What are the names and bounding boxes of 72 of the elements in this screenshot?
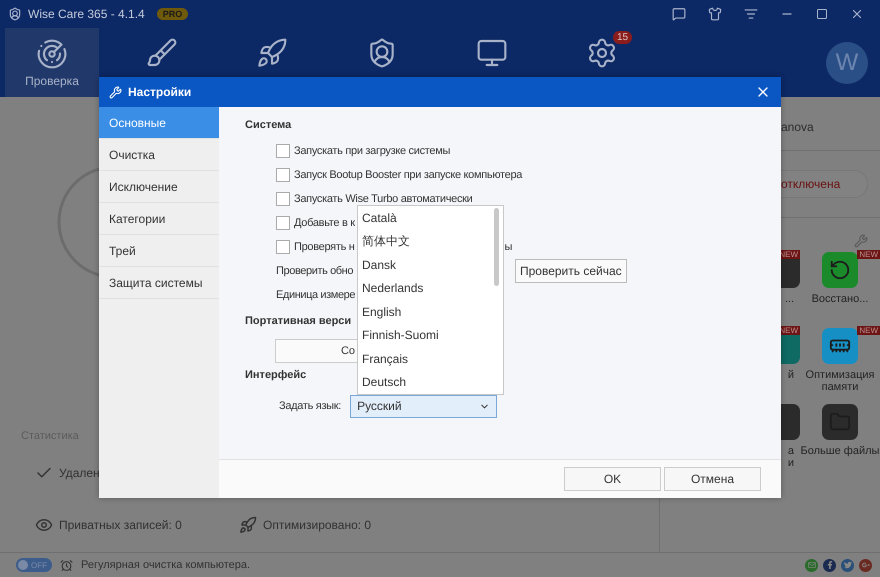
nav-label: Проверка	[25, 74, 79, 88]
checkbox-label: Запуск Bootup Booster при запуске компьютера	[294, 169, 522, 181]
user-name: anova	[780, 119, 815, 136]
tool-label: й	[788, 369, 794, 381]
scrollbar-thumb[interactable]	[494, 208, 499, 286]
count-badge: 15	[613, 31, 632, 44]
maximize-icon[interactable]	[816, 8, 828, 20]
tool-label: Больше файлы	[800, 445, 880, 457]
section-title: Портативная верси	[245, 315, 352, 329]
checkbox[interactable]	[276, 216, 290, 230]
language-label: Задать язык:	[279, 400, 342, 412]
message-icon[interactable]	[672, 7, 686, 21]
settings-icon	[586, 36, 618, 68]
checkbox[interactable]	[276, 240, 290, 254]
google-plus-icon[interactable]	[859, 558, 872, 572]
tool-label: Оптимизация памяти	[804, 369, 876, 393]
language-option[interactable]: Català	[358, 206, 503, 230]
language-option[interactable]: English	[358, 300, 503, 324]
sidebar-item[interactable]: Защита системы	[99, 267, 219, 299]
tool-label: Восстано...	[812, 293, 868, 305]
language-option[interactable]: Finnish-Suomi	[358, 324, 503, 347]
new-tag: NEW	[857, 326, 880, 335]
checkbox-label: Добавьте в к	[294, 217, 355, 229]
portable-button[interactable]: Со	[275, 339, 357, 363]
checkbox-label: Проверять н	[294, 241, 355, 253]
app-title: Wise Care 365 - 4.1.4	[28, 7, 145, 21]
alarm-icon	[60, 558, 73, 572]
sidebar-item[interactable]: Трей	[99, 235, 219, 267]
menu-icon[interactable]	[744, 7, 758, 21]
section-title: Интерфейс	[245, 369, 306, 383]
language-option[interactable]: Deutsch	[358, 370, 503, 394]
language-option[interactable]: Français	[358, 347, 503, 370]
broom-icon	[146, 36, 178, 68]
rocket-icon	[239, 516, 257, 534]
dialog-title: Настройки	[128, 85, 192, 99]
checkbox[interactable]	[276, 144, 290, 158]
eye-icon	[35, 516, 53, 534]
update-label: Проверить обно	[276, 265, 354, 277]
check-now-button[interactable]: Проверить сейчас	[515, 259, 627, 283]
checkbox-label: ы	[504, 241, 512, 253]
sidebar-item[interactable]: Категории	[99, 203, 219, 235]
stat-text: Приватных записей: 0	[59, 518, 182, 532]
new-tag: NEW	[857, 250, 880, 259]
checkbox[interactable]	[276, 192, 290, 206]
shirt-icon[interactable]	[708, 7, 722, 21]
edition-tag: PRO	[156, 8, 188, 20]
rocket-icon	[256, 36, 288, 68]
facebook-icon[interactable]	[823, 558, 836, 572]
language-select[interactable]: Русский	[350, 394, 498, 418]
wrench-icon	[109, 86, 122, 98]
stat-text: Оптимизировано: 0	[263, 518, 372, 532]
status-text: Регулярная очистка компьютера.	[81, 559, 250, 571]
shield-logo-icon	[8, 7, 22, 21]
checkbox[interactable]	[276, 168, 290, 182]
cancel-button[interactable]: Отмена	[664, 467, 761, 491]
tool-label: а и	[786, 445, 794, 469]
language-option[interactable]: Dansk	[358, 253, 503, 276]
stat-text: Удален	[59, 466, 100, 480]
language-option[interactable]: Nederlands	[358, 276, 503, 300]
language-option[interactable]: 简体中文	[358, 230, 503, 253]
unit-label: Единица измере	[276, 289, 356, 301]
checkbox-label: Запускать при загрузке системы	[294, 145, 450, 157]
section-title: Система	[245, 119, 292, 133]
ok-button[interactable]: OK	[564, 467, 661, 491]
radar-icon	[36, 38, 68, 70]
checkbox-label: Запускать Wise Turbo автоматически	[294, 193, 473, 205]
close-icon[interactable]	[850, 7, 864, 21]
nav-tab[interactable]: Проверка	[5, 28, 99, 97]
tool-label: ...	[784, 293, 794, 305]
sidebar-item[interactable]: Очистка	[99, 139, 219, 171]
sidebar-item[interactable]: Исключение	[99, 171, 219, 203]
nav-tab[interactable]: 15	[555, 28, 649, 77]
